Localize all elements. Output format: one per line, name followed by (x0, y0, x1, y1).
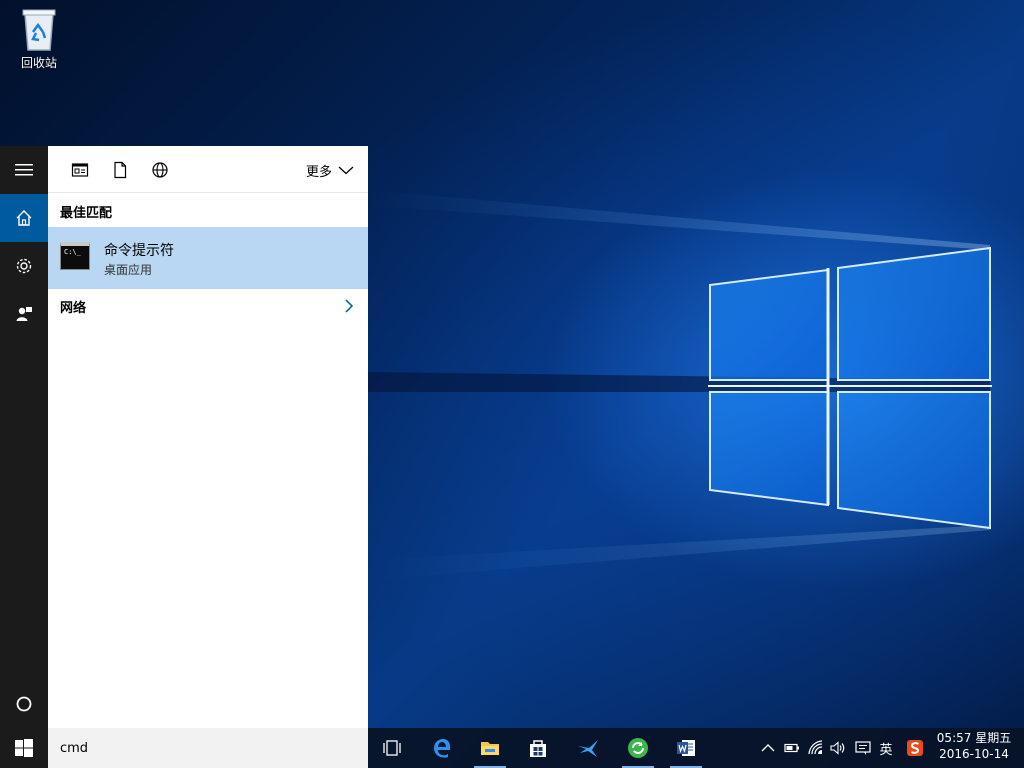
more-filters-button[interactable]: 更多 (306, 160, 354, 180)
rail-home-button[interactable] (0, 194, 48, 242)
start-button[interactable] (0, 728, 48, 768)
taskbar-word[interactable] (662, 728, 710, 768)
store-icon (530, 740, 546, 757)
folder-icon (481, 742, 499, 755)
sogou-s-icon (907, 740, 923, 756)
clock-date: 2016-10-14 (939, 747, 1009, 761)
home-icon (16, 210, 32, 226)
chevron-down-icon (338, 166, 354, 175)
search-filter-toolbar: 更多 (48, 146, 368, 193)
taskbar-swallow-app[interactable] (564, 728, 612, 768)
chevron-up-icon (761, 744, 775, 752)
battery-icon (784, 743, 799, 753)
network-results-row[interactable]: 网络 (48, 289, 368, 323)
notification-icon (855, 741, 871, 755)
rail-feedback-button[interactable] (0, 290, 48, 338)
best-match-result[interactable]: C:\_ 命令提示符 桌面应用 (48, 227, 368, 289)
tray-overflow-button[interactable] (760, 738, 776, 758)
search-results-panel: 更多 最佳匹配 C:\_ 命令提示符 桌面应用 网络 (48, 146, 368, 728)
start-left-rail (0, 146, 48, 728)
result-app-name: 命令提示符 (104, 243, 174, 259)
speaker-icon (830, 741, 845, 755)
command-prompt-icon: C:\_ (60, 242, 90, 270)
documents-filter-button[interactable] (110, 160, 130, 180)
taskbar-task-view[interactable] (368, 728, 416, 768)
recycle-bin-icon (17, 6, 61, 52)
taskbar-edge[interactable] (418, 728, 466, 768)
taskbar-file-explorer[interactable] (466, 728, 514, 768)
best-match-heading: 最佳匹配 (60, 206, 113, 221)
clock-time: 05:57 星期五 (936, 731, 1012, 745)
wifi-icon (808, 740, 823, 755)
desktop-icon-recycle-bin[interactable]: 回收站 (8, 6, 70, 76)
taskbar-green-refresh-app[interactable] (614, 728, 662, 768)
windows-logo-icon (15, 739, 33, 757)
tray-battery[interactable] (783, 738, 801, 758)
word-icon (677, 740, 695, 756)
desktop-icon-label: 回收站 (20, 56, 57, 70)
web-filter-button[interactable] (150, 160, 170, 180)
tray-volume[interactable] (829, 738, 847, 758)
taskbar-store[interactable] (514, 728, 562, 768)
network-heading: 网络 (60, 301, 87, 316)
search-box[interactable] (48, 728, 368, 768)
hamburger-menu-button[interactable] (0, 146, 48, 194)
tray-sogou-input[interactable] (905, 738, 925, 758)
tray-wifi[interactable] (807, 738, 825, 758)
bird-icon (578, 740, 598, 757)
apps-filter-icon (71, 163, 89, 177)
hamburger-icon (15, 164, 33, 176)
task-view-icon (383, 740, 401, 756)
rail-settings-button[interactable] (0, 242, 48, 290)
circle-icon (16, 696, 32, 712)
more-filters-label: 更多 (305, 164, 332, 180)
documents-filter-icon (114, 161, 127, 179)
rail-cortana-button[interactable] (0, 680, 48, 728)
apps-filter-button[interactable] (70, 160, 90, 180)
chevron-right-icon (345, 299, 354, 313)
person-feedback-icon (16, 307, 32, 321)
edge-icon (434, 739, 451, 758)
gear-icon (16, 258, 32, 274)
tray-ime-indicator[interactable]: 英 (877, 738, 895, 758)
tray-action-center[interactable] (854, 738, 872, 758)
result-app-type: 桌面应用 (104, 263, 153, 277)
green-refresh-icon (628, 738, 648, 758)
search-input[interactable] (48, 728, 368, 768)
taskbar-clock[interactable]: 05:57 星期五 2016-10-14 (934, 730, 1014, 766)
web-filter-icon (152, 162, 168, 178)
